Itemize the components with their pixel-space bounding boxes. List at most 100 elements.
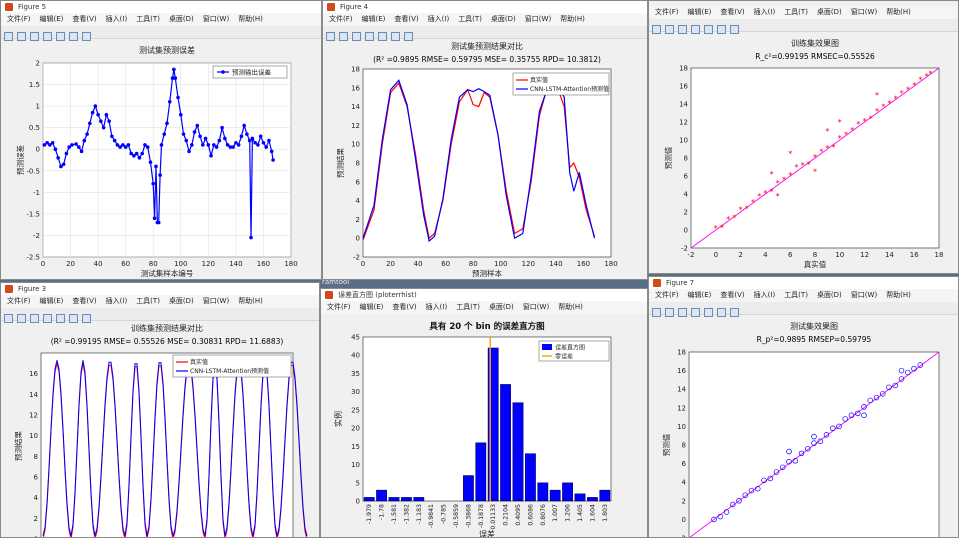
figure7-titlebar[interactable]: Figure 7	[649, 277, 958, 289]
menu-bar[interactable]: 文件(F) 编辑(E) 查看(V) 插入(I) 工具(T) 桌面(D) 窗口(W) 帮助(H)	[323, 13, 647, 26]
menu-bar[interactable]: 文件(F) 编辑(E) 查看(V) 插入(I) 工具(T) 桌面(D) 窗口(W) 帮助(H)	[321, 301, 647, 314]
x-axis-label: 误差	[479, 529, 495, 538]
window-title: Figure 5	[18, 3, 47, 11]
menu-window[interactable]: 窗口(W)	[525, 15, 551, 23]
scatter-point: *	[788, 171, 792, 180]
y-tick-label: 14	[29, 391, 38, 399]
menu-view[interactable]: 查看(V)	[720, 8, 744, 16]
figure3-titlebar[interactable]: Figure 3	[1, 283, 319, 295]
figure5-titlebar[interactable]: Figure 5	[1, 1, 321, 13]
menu-insert[interactable]: 插入(I)	[106, 15, 128, 23]
menu-edit[interactable]: 编辑(E)	[40, 297, 64, 305]
histogram-bar	[524, 453, 536, 502]
menu-file[interactable]: 文件(F)	[7, 15, 31, 23]
y-tick-label: 18	[351, 66, 360, 74]
scatter-point: *	[928, 69, 932, 78]
menu-bar[interactable]: 文件(F) 编辑(E) 查看(V) 插入(I) 工具(T) 桌面(D) 窗口(W) 帮助(H)	[649, 289, 958, 302]
menu-view[interactable]: 查看(V)	[392, 303, 416, 311]
toolbar[interactable]	[649, 302, 958, 317]
menu-insert[interactable]: 插入(I)	[428, 15, 450, 23]
menu-edit[interactable]: 编辑(E)	[40, 15, 64, 23]
scatter-point: *	[856, 120, 860, 129]
menu-insert[interactable]: 插入(I)	[106, 297, 128, 305]
menu-edit[interactable]: 编辑(E)	[360, 303, 384, 311]
menu-edit[interactable]: 编辑(E)	[688, 291, 712, 299]
menu-tools[interactable]: 工具(T)	[136, 297, 160, 305]
menu-desktop[interactable]: 桌面(D)	[817, 291, 842, 299]
menu-file[interactable]: 文件(F)	[655, 291, 679, 299]
figure3-window[interactable]: Figure 3 文件(F) 编辑(E) 查看(V) 插入(I) 工具(T) 桌面(D) 窗…	[0, 282, 320, 538]
menu-tools[interactable]: 工具(T)	[136, 15, 160, 23]
menu-help[interactable]: 帮助(H)	[238, 297, 263, 305]
y-tick-label: 0	[356, 235, 360, 243]
toolbar[interactable]	[1, 26, 321, 41]
scatter-point: *	[770, 170, 774, 179]
menu-view[interactable]: 查看(V)	[72, 297, 96, 305]
histogram-titlebar[interactable]: 误差直方图 (ploterrhist)	[321, 289, 647, 301]
menu-insert[interactable]: 插入(I)	[754, 8, 776, 16]
menu-window[interactable]: 窗口(W)	[203, 297, 229, 305]
figure5-window[interactable]: Figure 5 文件(F) 编辑(E) 查看(V) 插入(I) 工具(T) 桌面(D) 窗…	[0, 0, 322, 280]
scatter-point: *	[850, 126, 854, 135]
x-tick-label: -0.9841	[428, 504, 435, 528]
menu-edit[interactable]: 编辑(E)	[362, 15, 386, 23]
menu-tools[interactable]: 工具(T)	[784, 291, 808, 299]
train-scatter-window[interactable]: 文件(F) 编辑(E) 查看(V) 插入(I) 工具(T) 桌面(D) 窗口(W) 帮助(H)…	[648, 0, 959, 274]
figure4-titlebar[interactable]: Figure 4	[323, 1, 647, 13]
menu-file[interactable]: 文件(F)	[327, 303, 351, 311]
y-tick-label: 2	[684, 209, 688, 217]
y-tick-label: 12	[679, 119, 688, 127]
error-point	[82, 138, 87, 143]
menu-tools[interactable]: 工具(T)	[784, 8, 808, 16]
error-point	[64, 151, 69, 156]
menu-desktop[interactable]: 桌面(D)	[817, 8, 842, 16]
menu-file[interactable]: 文件(F)	[655, 8, 679, 16]
menu-file[interactable]: 文件(F)	[7, 297, 31, 305]
menu-window[interactable]: 窗口(W)	[851, 8, 877, 16]
figure7-window[interactable]: Figure 7 文件(F) 编辑(E) 查看(V) 插入(I) 工具(T) 桌面(D) 窗…	[648, 276, 959, 538]
menu-help[interactable]: 帮助(H)	[560, 15, 585, 23]
menu-view[interactable]: 查看(V)	[720, 291, 744, 299]
menu-bar[interactable]: 文件(F) 编辑(E) 查看(V) 插入(I) 工具(T) 桌面(D) 窗口(W) 帮助(H)	[649, 6, 958, 19]
menu-view[interactable]: 查看(V)	[72, 15, 96, 23]
menu-desktop[interactable]: 桌面(D)	[491, 15, 516, 23]
menu-window[interactable]: 窗口(W)	[851, 291, 877, 299]
x-tick-label: 1.604	[589, 504, 596, 522]
menu-bar[interactable]: 文件(F) 编辑(E) 查看(V) 插入(I) 工具(T) 桌面(D) 窗口(W) 帮助(H)	[1, 295, 319, 308]
menu-desktop[interactable]: 桌面(D)	[489, 303, 514, 311]
y-tick-label: 0	[684, 227, 688, 235]
chart-subtitle: R_p²=0.9895 RMSEP=0.59795	[757, 335, 872, 344]
figure4-window[interactable]: Figure 4 文件(F) 编辑(E) 查看(V) 插入(I) 工具(T) 桌面(D) 窗…	[322, 0, 648, 280]
menu-desktop[interactable]: 桌面(D)	[169, 15, 194, 23]
menu-tools[interactable]: 工具(T)	[458, 15, 482, 23]
menu-view[interactable]: 查看(V)	[394, 15, 418, 23]
y-tick-label: 4	[356, 197, 361, 205]
toolbar[interactable]	[1, 308, 319, 323]
menu-help[interactable]: 帮助(H)	[558, 303, 583, 311]
chart-subtitle: (R² =0.9895 RMSE= 0.59795 MSE= 0.35755 R…	[373, 55, 601, 64]
y-tick-label: 2	[356, 216, 360, 224]
histogram-window[interactable]: 误差直方图 (ploterrhist) 文件(F) 编辑(E) 查看(V) 插入(I)…	[320, 288, 648, 538]
menu-window[interactable]: 窗口(W)	[523, 303, 549, 311]
menu-tools[interactable]: 工具(T)	[456, 303, 480, 311]
scatter-point: *	[825, 144, 829, 153]
toolbar[interactable]	[649, 19, 958, 34]
error-point	[151, 181, 156, 186]
menu-insert[interactable]: 插入(I)	[426, 303, 448, 311]
menu-window[interactable]: 窗口(W)	[203, 15, 229, 23]
menu-file[interactable]: 文件(F)	[329, 15, 353, 23]
menu-help[interactable]: 帮助(H)	[238, 15, 263, 23]
menu-desktop[interactable]: 桌面(D)	[169, 297, 194, 305]
error-point	[140, 151, 144, 156]
y-tick-label: 14	[679, 101, 688, 109]
menu-bar[interactable]: 文件(F) 编辑(E) 查看(V) 插入(I) 工具(T) 桌面(D) 窗口(W) 帮助(H)	[1, 13, 321, 26]
toolbar[interactable]	[323, 26, 647, 41]
menu-edit[interactable]: 编辑(E)	[688, 8, 712, 16]
menu-insert[interactable]: 插入(I)	[754, 291, 776, 299]
x-tick-label: 160	[577, 260, 590, 268]
plot-area	[362, 336, 612, 502]
menu-help[interactable]: 帮助(H)	[886, 291, 911, 299]
menu-help[interactable]: 帮助(H)	[886, 8, 911, 16]
y-tick-label: 12	[351, 122, 360, 130]
y-tick-label: 18	[677, 349, 686, 357]
